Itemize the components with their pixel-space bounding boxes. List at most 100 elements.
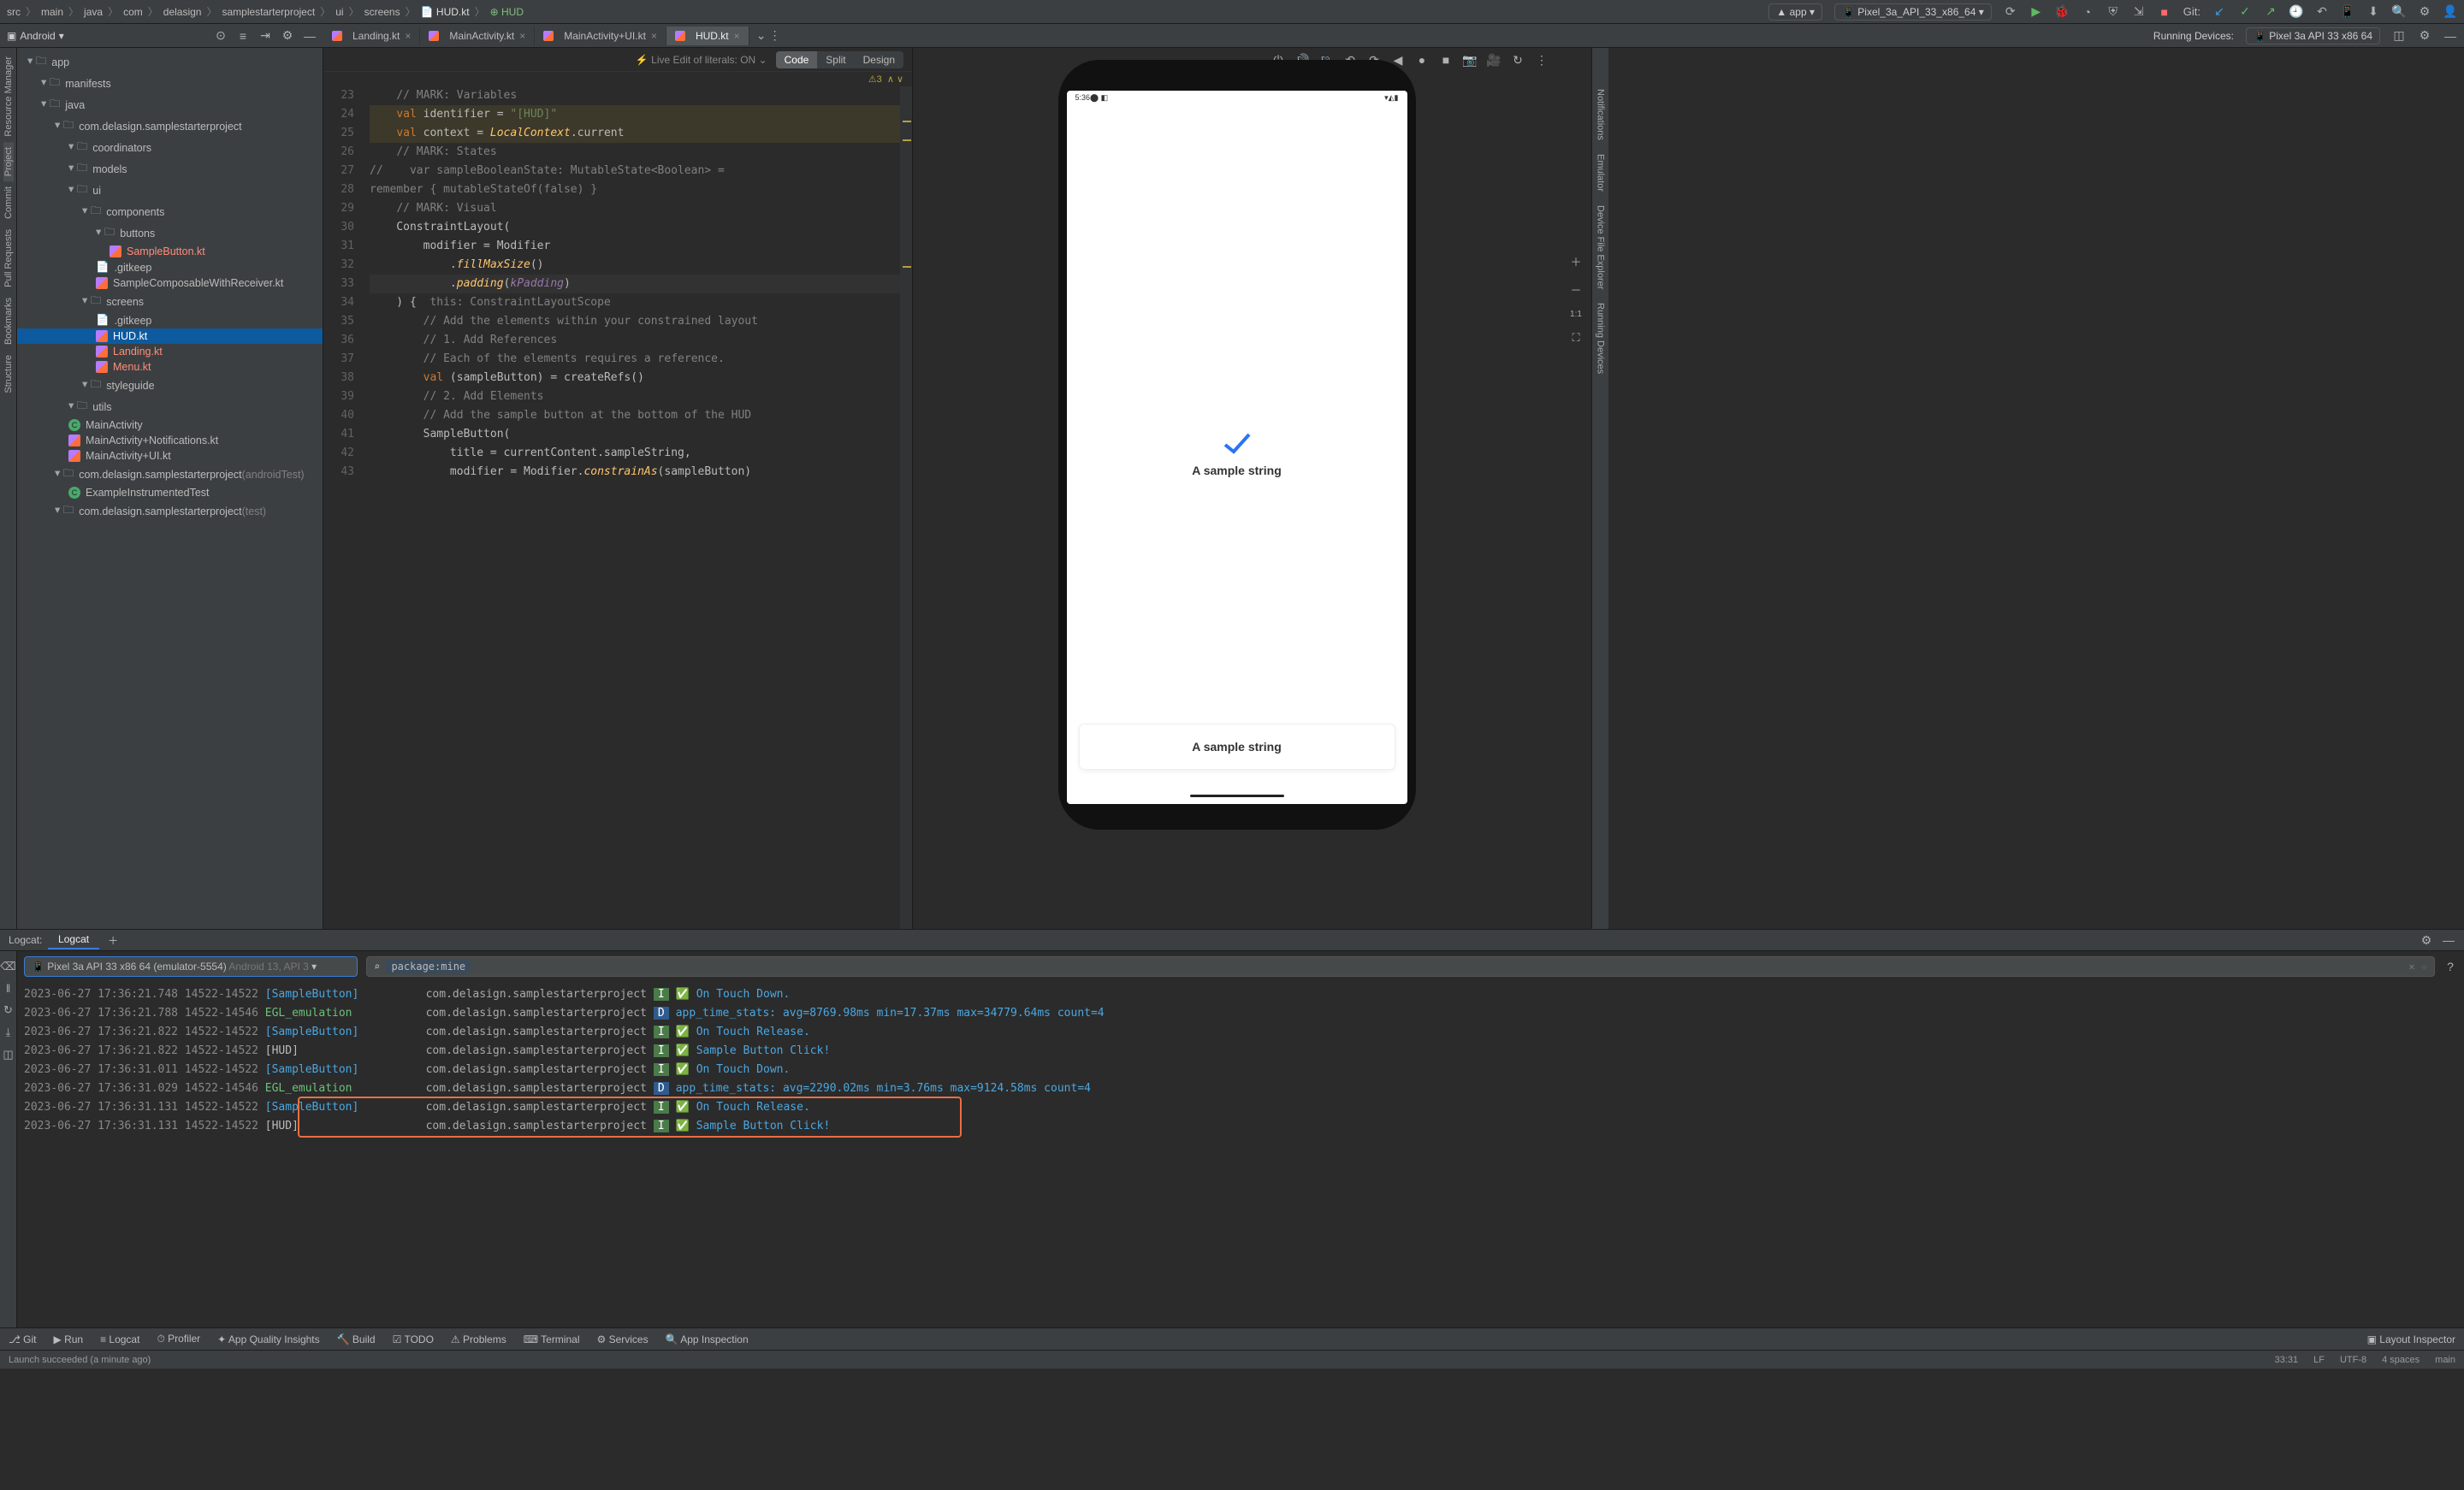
bottom-git[interactable]: ⎇ Git	[9, 1333, 37, 1345]
logcat-help-icon[interactable]: ?	[2443, 960, 2457, 973]
attach-icon[interactable]: ⇲	[2132, 5, 2146, 19]
tree-item[interactable]: Landing.kt	[17, 344, 323, 359]
bottom-problems[interactable]: ⚠ Problems	[451, 1333, 506, 1345]
avd-icon[interactable]: 📱	[2341, 5, 2354, 19]
sdk-icon[interactable]: ⬇	[2366, 5, 2380, 19]
git-history-icon[interactable]: 🕘	[2289, 5, 2303, 19]
bottom-services[interactable]: ⚙ Services	[597, 1333, 649, 1345]
tree-item[interactable]: SampleComposableWithReceiver.kt	[17, 275, 323, 291]
more-icon[interactable]: ⋮	[1535, 53, 1549, 67]
git-push-icon[interactable]: ↗	[2264, 5, 2277, 19]
tree-item[interactable]: MainActivity+Notifications.kt	[17, 433, 323, 448]
tree-item[interactable]: 📄.gitkeep	[17, 259, 323, 275]
scroll-end-icon[interactable]: ⤓	[6, 1026, 11, 1039]
tree-item[interactable]: ▾ 🗀styleguide	[17, 375, 323, 396]
debug-icon[interactable]: 🐞	[2055, 5, 2069, 19]
hide-icon[interactable]: —	[303, 29, 317, 43]
run-config-select[interactable]: ▲ app ▾	[1768, 3, 1822, 21]
tree-item[interactable]: ▾ 🗀manifests	[17, 73, 323, 94]
editor-tab[interactable]: HUD.kt×	[666, 27, 749, 45]
bottom-logcat[interactable]: ≡ Logcat	[100, 1333, 139, 1345]
logcat-tab[interactable]: Logcat	[48, 931, 99, 949]
rail-resource-manager[interactable]: Resource Manager	[3, 51, 14, 142]
emu-settings-icon[interactable]: ⚙	[2418, 29, 2431, 43]
zoom-fit-icon[interactable]: ⛶	[1572, 331, 1579, 345]
add-tab-icon[interactable]: ＋	[108, 933, 118, 948]
rail-pull-requests[interactable]: Pull Requests	[3, 224, 14, 293]
reload-icon[interactable]: ↻	[1511, 53, 1525, 67]
tree-item[interactable]: MainActivity+UI.kt	[17, 448, 323, 464]
emu-hide-icon[interactable]: —	[2443, 29, 2457, 43]
rail-notifications[interactable]: Notifications	[1596, 82, 1606, 147]
phone-screen[interactable]: 5:36 ⬤ ◧ ▾◭▮ A sample string A sample st…	[1067, 91, 1407, 804]
rail-emulator[interactable]: Emulator	[1596, 147, 1606, 198]
split-icon[interactable]: ◫	[3, 1048, 13, 1061]
tree-item[interactable]: ▾ 🗀utils	[17, 396, 323, 417]
home-icon[interactable]: ●	[1415, 53, 1429, 67]
rail-project[interactable]: Project	[3, 142, 14, 181]
logcat-output[interactable]: 2023-06-27 17:36:21.748 14522-14522 [Sam…	[17, 982, 2464, 1327]
tree-item[interactable]: Menu.kt	[17, 359, 323, 375]
tree-item[interactable]: ▾ 🗀screens	[17, 291, 323, 312]
bottom-build[interactable]: 🔨 Build	[337, 1333, 376, 1345]
bottom-app-quality-insights[interactable]: ✦ App Quality Insights	[217, 1333, 319, 1345]
rail-bookmarks[interactable]: Bookmarks	[3, 293, 14, 350]
select-opened-icon[interactable]: ⊙	[214, 29, 228, 43]
layout-inspector-button[interactable]: ▣ Layout Inspector	[2367, 1333, 2455, 1345]
tree-item[interactable]: ▾ 🗀components	[17, 201, 323, 222]
code-area[interactable]: // MARK: Variables val identifier = "[HU…	[363, 86, 900, 929]
bottom-app-inspection[interactable]: 🔍 App Inspection	[666, 1333, 749, 1345]
rail-commit[interactable]: Commit	[3, 181, 14, 224]
editor-tab[interactable]: MainActivity+UI.kt×	[535, 27, 666, 45]
git-pull-icon[interactable]: ↙	[2212, 5, 2226, 19]
status-item[interactable]: LF	[2313, 1355, 2325, 1365]
collapse-icon[interactable]: ⇥	[258, 29, 272, 43]
sample-button[interactable]: A sample string	[1079, 724, 1395, 770]
running-device-select[interactable]: 📱 Pixel 3a API 33 x86 64	[2246, 27, 2380, 44]
tree-item[interactable]: SampleButton.kt	[17, 244, 323, 259]
logcat-hide-icon[interactable]: —	[2442, 933, 2455, 947]
live-edit-label[interactable]: Live Edit of literals: ON	[651, 54, 755, 66]
logcat-device-select[interactable]: 📱 Pixel 3a API 33 x86 64 (emulator-5554)…	[24, 956, 358, 977]
record-icon[interactable]: 🎥	[1487, 53, 1501, 67]
tree-item[interactable]: ▾ 🗀com.delasign.samplestarterproject	[17, 115, 323, 137]
run-icon[interactable]: ▶	[2029, 5, 2043, 19]
tree-item[interactable]: ▾ 🗀app	[17, 51, 323, 73]
device-select[interactable]: 📱 Pixel_3a_API_33_x86_64 ▾	[1834, 3, 1992, 21]
rail-device-file-explorer[interactable]: Device File Explorer	[1596, 198, 1606, 296]
profile-icon[interactable]: ◔	[2081, 5, 2094, 19]
tree-item[interactable]: 📄.gitkeep	[17, 312, 323, 328]
editor-tab[interactable]: Landing.kt×	[323, 27, 420, 45]
tabs-overflow-icon[interactable]: ⌄	[755, 29, 768, 43]
overview-icon[interactable]: ■	[1439, 53, 1453, 67]
status-item[interactable]: main	[2435, 1355, 2455, 1365]
zoom-in-icon[interactable]: ＋	[1570, 253, 1581, 269]
clear-icon[interactable]: ⌫	[0, 960, 15, 973]
breadcrumb[interactable]: src〉main〉java〉com〉delasign〉samplestarter…	[7, 4, 524, 19]
nav-handle[interactable]	[1190, 795, 1284, 797]
search-icon[interactable]: 🔍	[2392, 5, 2406, 19]
tree-item[interactable]: ▾ 🗀coordinators	[17, 137, 323, 158]
tree-item[interactable]: CExampleInstrumentedTest	[17, 485, 323, 500]
rail-structure[interactable]: Structure	[3, 350, 14, 399]
tool-window-label[interactable]: ▣ Android ▾	[7, 30, 64, 42]
undo-icon[interactable]: ↶	[2315, 5, 2329, 19]
tool-settings-icon[interactable]: ⚙	[281, 29, 294, 43]
status-item[interactable]: 4 spaces	[2382, 1355, 2420, 1365]
logcat-filter-input[interactable]: ⌕ package:mine✕ ☆	[366, 956, 2435, 977]
tree-item[interactable]: ▾ 🗀models	[17, 158, 323, 180]
status-item[interactable]: UTF-8	[2340, 1355, 2366, 1365]
warning-count[interactable]: 3	[877, 74, 882, 85]
rail-running-devices[interactable]: Running Devices	[1596, 296, 1606, 381]
make-icon[interactable]: ⟳	[2004, 5, 2017, 19]
editor-tab[interactable]: MainActivity.kt×	[420, 27, 535, 45]
coverage-icon[interactable]: ⛨	[2106, 5, 2120, 19]
tree-item[interactable]: CMainActivity	[17, 417, 323, 433]
tree-item[interactable]: HUD.kt	[17, 328, 323, 344]
settings-icon[interactable]: ⚙	[2418, 5, 2431, 19]
tree-item[interactable]: ▾ 🗀com.delasign.samplestarterproject (an…	[17, 464, 323, 485]
stop-icon[interactable]: ■	[2158, 5, 2171, 19]
restart-icon[interactable]: ↻	[3, 1003, 13, 1017]
git-commit-icon[interactable]: ✓	[2238, 5, 2252, 19]
tree-item[interactable]: ▾ 🗀buttons	[17, 222, 323, 244]
